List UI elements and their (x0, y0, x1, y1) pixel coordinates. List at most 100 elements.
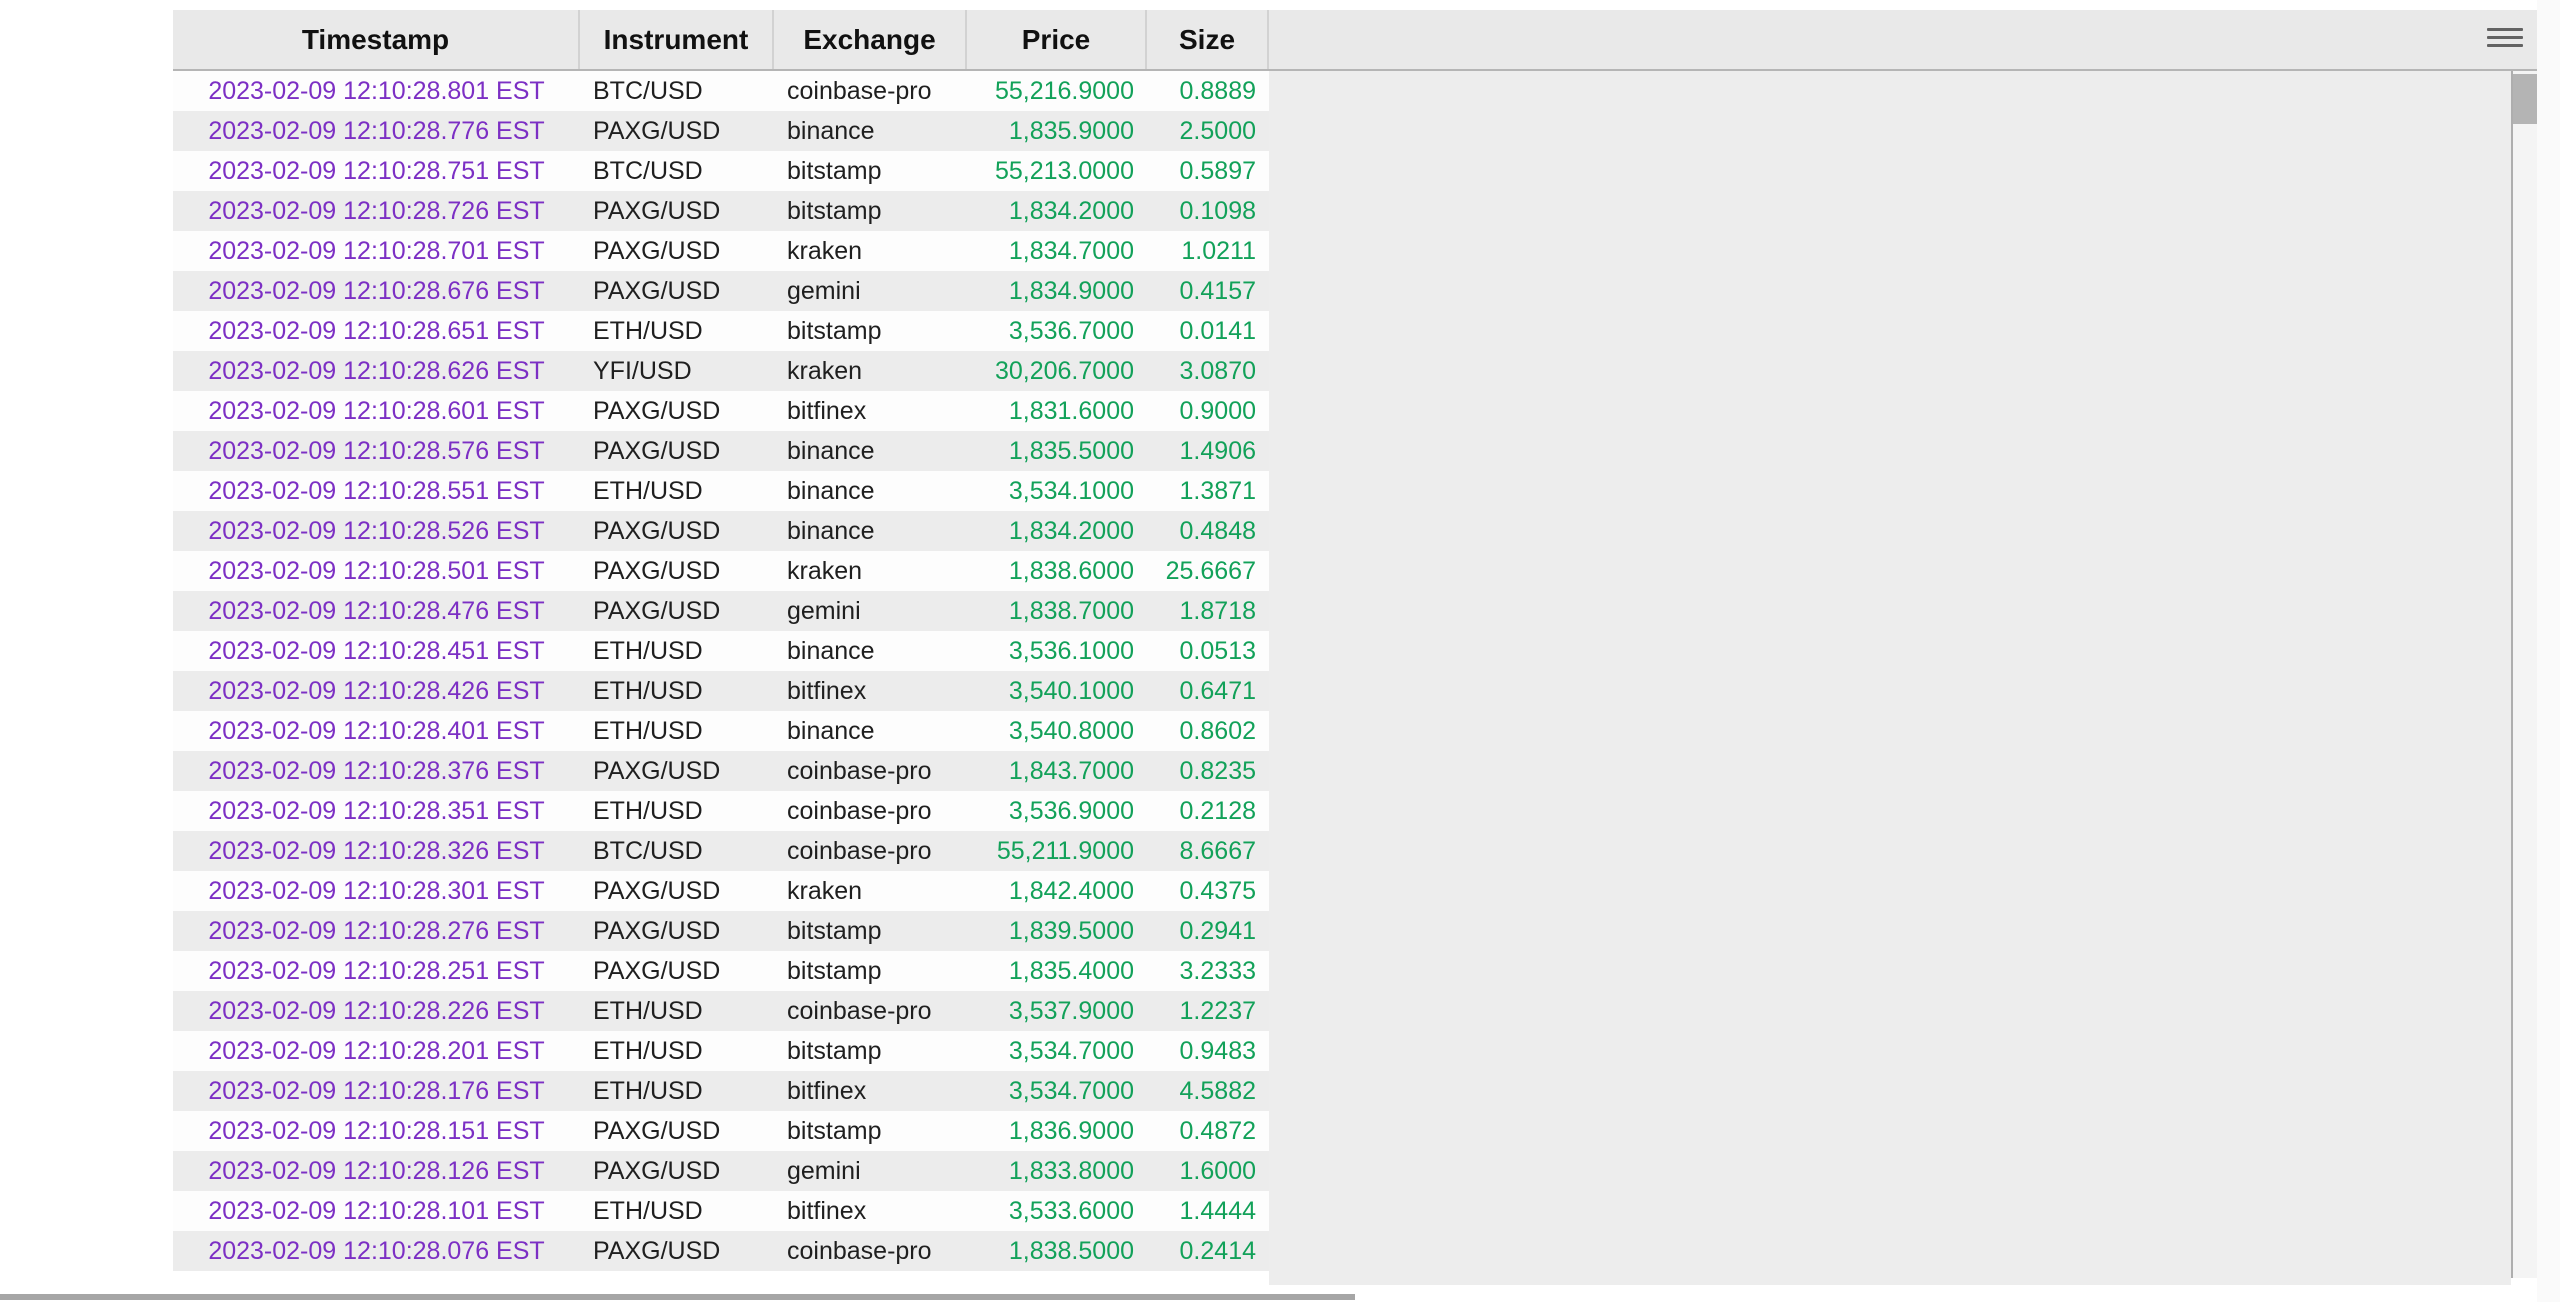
table-row[interactable]: 2023-02-09 12:10:28.501 ESTPAXG/USDkrake… (173, 551, 1269, 591)
size-cell: 3.2333 (1147, 951, 1269, 991)
horizontal-scrollbar-thumb[interactable] (0, 1294, 1355, 1300)
table-header-row: Timestamp Instrument Exchange Price Size (173, 10, 2538, 71)
price-cell: 1,834.9000 (967, 271, 1147, 311)
table-row[interactable]: 2023-02-09 12:10:28.151 ESTPAXG/USDbitst… (173, 1111, 1269, 1151)
exchange-cell: bitstamp (774, 1031, 967, 1071)
instrument-cell: ETH/USD (580, 791, 774, 831)
table-row[interactable]: 2023-02-09 12:10:28.801 ESTBTC/USDcoinba… (173, 71, 1269, 111)
size-cell: 2.5000 (1147, 111, 1269, 151)
price-cell: 1,843.7000 (967, 751, 1147, 791)
exchange-cell: coinbase-pro (774, 831, 967, 871)
table-row[interactable]: 2023-02-09 12:10:28.176 ESTETH/USDbitfin… (173, 1071, 1269, 1111)
exchange-cell: bitfinex (774, 391, 967, 431)
exchange-cell: bitstamp (774, 911, 967, 951)
size-cell: 0.0141 (1147, 311, 1269, 351)
timestamp-cell: 2023-02-09 12:10:28.176 EST (173, 1071, 580, 1111)
instrument-cell: PAXG/USD (580, 231, 774, 271)
size-cell: 0.8235 (1147, 751, 1269, 791)
size-cell: 0.2414 (1147, 1231, 1269, 1271)
instrument-cell: BTC/USD (580, 831, 774, 871)
table-row[interactable]: 2023-02-09 12:10:28.701 ESTPAXG/USDkrake… (173, 231, 1269, 271)
table-row[interactable]: 2023-02-09 12:10:28.351 ESTETH/USDcoinba… (173, 791, 1269, 831)
table-row[interactable]: 2023-02-09 12:10:28.226 ESTETH/USDcoinba… (173, 991, 1269, 1031)
instrument-cell: BTC/USD (580, 71, 774, 111)
menu-bar (2487, 28, 2523, 31)
table-row[interactable]: 2023-02-09 12:10:28.601 ESTPAXG/USDbitfi… (173, 391, 1269, 431)
table-row[interactable]: 2023-02-09 12:10:28.126 ESTPAXG/USDgemin… (173, 1151, 1269, 1191)
table-row[interactable]: 2023-02-09 12:10:28.426 ESTETH/USDbitfin… (173, 671, 1269, 711)
size-cell: 0.8889 (1147, 71, 1269, 111)
timestamp-cell: 2023-02-09 12:10:28.576 EST (173, 431, 580, 471)
table-row[interactable]: 2023-02-09 12:10:28.651 ESTETH/USDbitsta… (173, 311, 1269, 351)
table-row[interactable]: 2023-02-09 12:10:28.526 ESTPAXG/USDbinan… (173, 511, 1269, 551)
instrument-cell: ETH/USD (580, 1191, 774, 1231)
column-header-instrument[interactable]: Instrument (580, 10, 774, 69)
right-margin (2537, 0, 2560, 1302)
size-cell: 1.3871 (1147, 471, 1269, 511)
size-cell: 0.1098 (1147, 191, 1269, 231)
exchange-cell: coinbase-pro (774, 751, 967, 791)
size-cell: 8.6667 (1147, 831, 1269, 871)
timestamp-cell: 2023-02-09 12:10:28.451 EST (173, 631, 580, 671)
table-row[interactable]: 2023-02-09 12:10:28.101 ESTETH/USDbitfin… (173, 1191, 1269, 1231)
table-row[interactable]: 2023-02-09 12:10:28.551 ESTETH/USDbinanc… (173, 471, 1269, 511)
table-row[interactable]: 2023-02-09 12:10:28.476 ESTPAXG/USDgemin… (173, 591, 1269, 631)
table-row[interactable]: 2023-02-09 12:10:28.376 ESTPAXG/USDcoinb… (173, 751, 1269, 791)
price-cell: 30,206.7000 (967, 351, 1147, 391)
hamburger-menu-icon[interactable] (2487, 28, 2523, 58)
instrument-cell: ETH/USD (580, 311, 774, 351)
column-header-exchange[interactable]: Exchange (774, 10, 967, 69)
exchange-cell: binance (774, 471, 967, 511)
exchange-cell: bitstamp (774, 951, 967, 991)
instrument-cell: PAXG/USD (580, 111, 774, 151)
column-header-timestamp[interactable]: Timestamp (173, 10, 580, 69)
table-row[interactable]: 2023-02-09 12:10:28.451 ESTETH/USDbinanc… (173, 631, 1269, 671)
price-cell: 1,838.6000 (967, 551, 1147, 591)
table-row[interactable]: 2023-02-09 12:10:28.201 ESTETH/USDbitsta… (173, 1031, 1269, 1071)
table-row[interactable]: 2023-02-09 12:10:28.751 ESTBTC/USDbitsta… (173, 151, 1269, 191)
table-row[interactable]: 2023-02-09 12:10:28.251 ESTPAXG/USDbitst… (173, 951, 1269, 991)
exchange-cell: bitstamp (774, 1111, 967, 1151)
table-row[interactable]: 2023-02-09 12:10:28.576 ESTPAXG/USDbinan… (173, 431, 1269, 471)
price-cell: 1,839.5000 (967, 911, 1147, 951)
size-cell: 3.0870 (1147, 351, 1269, 391)
column-header-price[interactable]: Price (967, 10, 1147, 69)
exchange-cell: coinbase-pro (774, 791, 967, 831)
timestamp-cell: 2023-02-09 12:10:28.226 EST (173, 991, 580, 1031)
instrument-cell: PAXG/USD (580, 391, 774, 431)
timestamp-cell: 2023-02-09 12:10:28.076 EST (173, 1231, 580, 1271)
exchange-cell: coinbase-pro (774, 71, 967, 111)
size-cell: 25.6667 (1147, 551, 1269, 591)
column-header-size[interactable]: Size (1147, 10, 1269, 69)
vertical-scrollbar[interactable] (2513, 71, 2537, 1278)
size-cell: 0.2128 (1147, 791, 1269, 831)
table-row[interactable]: 2023-02-09 12:10:28.326 ESTBTC/USDcoinba… (173, 831, 1269, 871)
size-cell: 0.6471 (1147, 671, 1269, 711)
timestamp-cell: 2023-02-09 12:10:28.251 EST (173, 951, 580, 991)
table-row[interactable]: 2023-02-09 12:10:28.076 ESTPAXG/USDcoinb… (173, 1231, 1269, 1271)
table-row[interactable]: 2023-02-09 12:10:28.276 ESTPAXG/USDbitst… (173, 911, 1269, 951)
table-row[interactable]: 2023-02-09 12:10:28.726 ESTPAXG/USDbitst… (173, 191, 1269, 231)
exchange-cell: bitstamp (774, 191, 967, 231)
table-row[interactable]: 2023-02-09 12:10:28.301 ESTPAXG/USDkrake… (173, 871, 1269, 911)
instrument-cell: PAXG/USD (580, 1111, 774, 1151)
empty-content-panel (1269, 71, 2511, 1285)
instrument-cell: PAXG/USD (580, 1231, 774, 1271)
header-filler (1269, 10, 2538, 69)
timestamp-cell: 2023-02-09 12:10:28.751 EST (173, 151, 580, 191)
exchange-cell: binance (774, 711, 967, 751)
timestamp-cell: 2023-02-09 12:10:28.151 EST (173, 1111, 580, 1151)
exchange-cell: bitfinex (774, 671, 967, 711)
vertical-scrollbar-thumb[interactable] (2513, 74, 2537, 124)
size-cell: 1.4444 (1147, 1191, 1269, 1231)
price-cell: 1,835.5000 (967, 431, 1147, 471)
price-cell: 3,540.8000 (967, 711, 1147, 751)
price-cell: 3,534.1000 (967, 471, 1147, 511)
size-cell: 0.9000 (1147, 391, 1269, 431)
table-row[interactable]: 2023-02-09 12:10:28.401 ESTETH/USDbinanc… (173, 711, 1269, 751)
instrument-cell: ETH/USD (580, 671, 774, 711)
table-row[interactable]: 2023-02-09 12:10:28.776 ESTPAXG/USDbinan… (173, 111, 1269, 151)
table-row[interactable]: 2023-02-09 12:10:28.626 ESTYFI/USDkraken… (173, 351, 1269, 391)
table-row[interactable]: 2023-02-09 12:10:28.676 ESTPAXG/USDgemin… (173, 271, 1269, 311)
instrument-cell: PAXG/USD (580, 871, 774, 911)
